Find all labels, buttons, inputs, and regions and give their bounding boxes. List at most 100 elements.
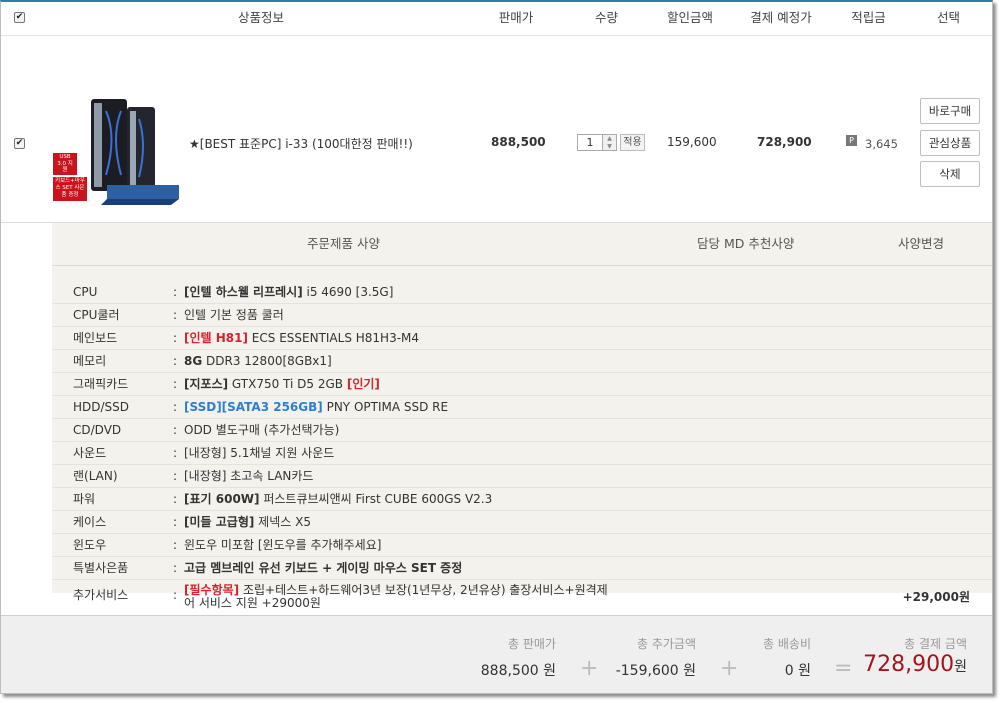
product-sale-price: 888,500	[491, 135, 546, 149]
spec-label: 특별사은품	[73, 561, 129, 575]
spec-text: ECS ESSENTIALS H81H3-M4	[247, 331, 420, 345]
product-checkbox[interactable]: ✔	[14, 138, 25, 149]
spec-row-windows: 윈도우 : 윈도우 미포함 [윈도우를 추가해주세요]	[52, 534, 992, 557]
spec-colon: :	[173, 423, 178, 437]
spec-label: CPU	[73, 285, 98, 299]
chevron-up-icon[interactable]: ▲	[603, 135, 616, 143]
spec-text: GTX750 Ti D5 2GB	[228, 377, 347, 391]
spec-colon: :	[173, 588, 178, 602]
spec-tag: [SSD][SATA3 256GB]	[184, 400, 323, 414]
product-name-link[interactable]: ★[BEST 표준PC] i-33 (100대한정 판매!!)	[189, 135, 413, 152]
spec-tag: [필수항목]	[184, 583, 240, 597]
quantity-input[interactable]: 1	[577, 134, 603, 151]
spec-label: 케이스	[73, 515, 107, 529]
spec-tag: 고급 멤브레인 유선 키보드 + 게이밍 마우스 SET 증정	[184, 561, 463, 575]
product-thumbnail[interactable]: USB 3.0 지원 키보드+마우스 SET 사은품 증정	[51, 97, 181, 205]
spec-value: [인텔 하스웰 리프레시] i5 4690 [3.5G]	[184, 281, 393, 303]
spec-label: 메모리	[73, 354, 107, 368]
spec-text: PNY OPTIMA SSD RE	[322, 400, 449, 414]
spec-colon: :	[173, 561, 178, 575]
spec-text: 인텔 기본 정품 쿨러	[184, 308, 284, 322]
spec-colon: :	[173, 469, 178, 483]
spec-text: i5 4690 [3.5G]	[302, 285, 394, 299]
spec-colon: :	[173, 446, 178, 460]
spec-row-memory: 메모리 : 8G DDR3 12800[8GBx1]	[52, 350, 992, 373]
grand-total-value: 728,900	[863, 652, 955, 677]
header-points: 적립금	[851, 10, 886, 25]
total-shipping-value: 0 원	[784, 663, 811, 679]
header-quantity: 수량	[594, 10, 618, 25]
set-badge: 키보드+마우스 SET 사은품 증정	[55, 178, 85, 198]
spec-row-sound: 사운드 : [내장형] 5.1채널 지원 사운드	[52, 442, 992, 465]
spec-label: 사운드	[73, 446, 107, 460]
spec-label: 랜(LAN)	[73, 469, 118, 483]
change-spec-title: 사양변경	[898, 236, 945, 251]
spec-colon: :	[173, 308, 178, 322]
spec-row-mainboard: 메인보드 : [인텔 H81] ECS ESSENTIALS H81H3-M4	[52, 327, 992, 350]
spec-value: 윈도우 미포함 [윈도우를 추가해주세요]	[184, 534, 381, 556]
spec-value: [필수항목] 조립+테스트+하드웨어3년 보장(1년무상, 2년유상) 출장서비…	[184, 584, 608, 610]
spec-label: 윈도우	[73, 538, 107, 552]
spec-row-gift: 특별사은품 : 고급 멤브레인 유선 키보드 + 게이밍 마우스 SET 증정	[52, 557, 992, 580]
extra-service-price: +29,000원	[902, 590, 970, 604]
header-select: 선택	[936, 10, 960, 25]
plus-icon: +	[720, 656, 739, 681]
spec-colon: :	[173, 538, 178, 552]
wishlist-button[interactable]: 관심상품	[920, 130, 980, 156]
grand-total-unit: 원	[954, 659, 967, 675]
spec-text: [내장형] 초고속 LAN카드	[184, 469, 314, 483]
spec-text: DDR3 12800[8GBx1]	[202, 354, 332, 368]
header-product-info: 상품정보	[237, 10, 284, 25]
chevron-down-icon[interactable]: ▼	[603, 143, 616, 151]
total-extra-value: -159,600 원	[615, 663, 696, 679]
grand-total-label: 총 결제 금액	[904, 637, 967, 651]
spec-tag: [인텔 H81]	[184, 331, 248, 345]
spec-header: 주문제품 사양 담당 MD 추천사양 사양변경	[52, 223, 992, 266]
spec-label: 그래픽카드	[73, 377, 129, 391]
total-extra-label: 총 추가금액	[636, 637, 696, 651]
spec-value: 8G DDR3 12800[8GBx1]	[184, 350, 332, 372]
spec-row-case: 케이스 : [미들 고급형] 제넥스 X5	[52, 511, 992, 534]
product-row: ✔ USB 3.0 지원 키보드+마우스 SET 사은품 증정 ★[BEST 표…	[1, 37, 992, 223]
spec-colon: :	[173, 354, 178, 368]
spec-row-odd: CD/DVD : ODD 별도구매 (추가선택가능)	[52, 419, 992, 442]
spec-tag: [인텔 하스웰 리프레시]	[184, 285, 303, 299]
order-spec-title: 주문제품 사양	[307, 236, 380, 251]
spec-text: ODD 별도구매 (추가선택가능)	[184, 423, 340, 437]
product-discount: 159,600	[667, 135, 717, 149]
spec-colon: :	[173, 331, 178, 345]
header-sale-price: 판매가	[498, 10, 534, 25]
spec-tag: 8G	[184, 354, 203, 368]
buy-now-button[interactable]: 바로구매	[920, 98, 980, 124]
spec-label: 파워	[73, 492, 96, 506]
delete-button[interactable]: 삭제	[920, 161, 980, 187]
spec-value: [내장형] 5.1채널 지원 사운드	[184, 442, 334, 464]
spec-label: CPU쿨러	[73, 308, 120, 322]
spec-value: [내장형] 초고속 LAN카드	[184, 465, 313, 487]
total-sale-label: 총 판매가	[508, 637, 556, 651]
spec-row-cooler: CPU쿨러 : 인텔 기본 정품 쿨러	[52, 304, 992, 327]
spec-tag: [미들 고급형]	[184, 515, 255, 529]
header-payment-price: 결제 예정가	[750, 10, 812, 25]
spec-row-lan: 랜(LAN) : [내장형] 초고속 LAN카드	[52, 465, 992, 488]
total-sale-value: 888,500 원	[480, 663, 556, 679]
spec-colon: :	[173, 515, 178, 529]
product-points: 3,645	[865, 137, 898, 151]
select-all-checkbox[interactable]: ✔	[14, 12, 25, 23]
spec-value: [인텔 H81] ECS ESSENTIALS H81H3-M4	[184, 327, 419, 349]
spec-panel: 주문제품 사양 담당 MD 추천사양 사양변경 CPU : [인텔 하스웰 리프…	[52, 223, 992, 610]
spec-text: [내장형] 5.1채널 지원 사운드	[184, 446, 335, 460]
cart-panel: ✔ 상품정보 판매가 수량 할인금액 결제 예정가 적립금 선택 ✔ USB 3…	[0, 0, 993, 694]
spec-value: [지포스] GTX750 Ti D5 2GB [인기]	[184, 373, 380, 395]
popular-tag: [인기]	[346, 377, 380, 391]
points-icon: P	[846, 135, 857, 146]
spec-text: 윈도우 미포함 [윈도우를 추가해주세요]	[184, 538, 382, 552]
quantity-stepper[interactable]: ▲ ▼	[603, 134, 617, 151]
spec-row-cpu: CPU : [인텔 하스웰 리프레시] i5 4690 [3.5G]	[52, 281, 992, 304]
product-payment-price: 728,900	[757, 135, 812, 149]
spec-text-continued: 어 서비스 지원 +29000원	[184, 596, 321, 610]
spec-colon: :	[173, 492, 178, 506]
spec-text: 조립+테스트+하드웨어3년 보장(1년무상, 2년유상) 출장서비스+원격제	[239, 583, 608, 597]
spec-value: [표기 600W] 퍼스트큐브씨앤씨 First CUBE 600GS V2.3	[184, 488, 492, 510]
apply-quantity-button[interactable]: 적용	[620, 134, 645, 151]
